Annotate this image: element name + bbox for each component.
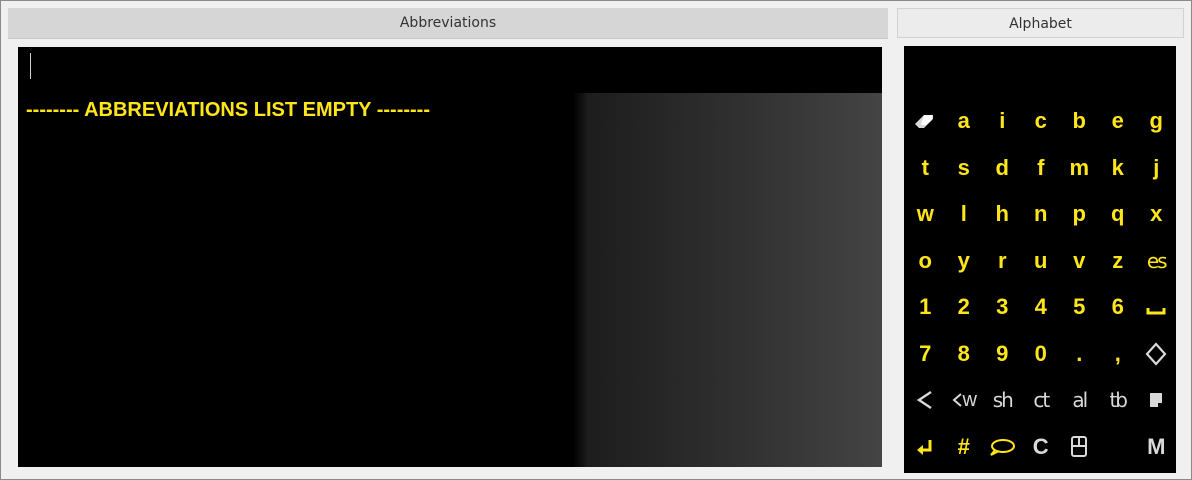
key-x[interactable]: x <box>1137 191 1176 238</box>
key-u[interactable]: u <box>1022 238 1061 285</box>
key-2[interactable]: 2 <box>945 284 984 331</box>
alphabet-keyboard: a i c b e g t s d f m k j w l h n p q x … <box>904 46 1176 473</box>
key-p[interactable]: p <box>1060 191 1099 238</box>
key-z[interactable]: z <box>1099 238 1138 285</box>
empty-list-message: -------- ABBREVIATIONS LIST EMPTY ------… <box>26 99 430 121</box>
enter-icon <box>917 439 932 455</box>
note-key[interactable] <box>1137 377 1176 424</box>
abbreviations-header: Abbreviations <box>8 8 888 39</box>
abbreviation-input[interactable] <box>18 47 882 91</box>
key-b[interactable]: b <box>1060 98 1099 145</box>
text-caret <box>30 53 31 79</box>
back-w-label: w <box>962 388 977 411</box>
key-comma[interactable]: , <box>1099 331 1138 378</box>
space-key[interactable] <box>1137 284 1176 331</box>
key-capital-m[interactable]: M <box>1137 424 1176 471</box>
key-m[interactable]: m <box>1060 145 1099 192</box>
diamond-icon <box>1145 342 1167 366</box>
eraser-icon <box>915 115 934 129</box>
space-icon <box>1146 308 1166 315</box>
speech-key[interactable] <box>983 424 1022 471</box>
key-v[interactable]: v <box>1060 238 1099 285</box>
key-k[interactable]: k <box>1099 145 1138 192</box>
key-al[interactable]: al <box>1060 377 1099 424</box>
back-arrow-icon <box>917 391 932 410</box>
empty-key <box>1099 424 1138 471</box>
key-q[interactable]: q <box>1099 191 1138 238</box>
alphabet-header: Alphabet <box>897 8 1184 38</box>
mouse-key[interactable] <box>1060 424 1099 471</box>
mouse-icon <box>1071 435 1088 457</box>
eraser-key[interactable] <box>906 98 945 145</box>
key-n[interactable]: n <box>1022 191 1061 238</box>
note-icon <box>1150 393 1163 408</box>
key-1[interactable]: 1 <box>906 284 945 331</box>
speech-bubble-icon <box>990 438 1016 456</box>
key-h[interactable]: h <box>983 191 1022 238</box>
diamond-key[interactable] <box>1137 331 1176 378</box>
key-tb[interactable]: tb <box>1099 377 1138 424</box>
back-key[interactable] <box>906 377 945 424</box>
key-l[interactable]: l <box>945 191 984 238</box>
key-g[interactable]: g <box>1137 98 1176 145</box>
key-f[interactable]: f <box>1022 145 1061 192</box>
abbreviations-list[interactable]: -------- ABBREVIATIONS LIST EMPTY ------… <box>18 93 882 467</box>
key-8[interactable]: 8 <box>945 331 984 378</box>
key-w[interactable]: w <box>906 191 945 238</box>
key-e[interactable]: e <box>1099 98 1138 145</box>
key-t[interactable]: t <box>906 145 945 192</box>
key-o[interactable]: o <box>906 238 945 285</box>
key-capital-c[interactable]: C <box>1022 424 1061 471</box>
key-0[interactable]: 0 <box>1022 331 1061 378</box>
enter-key[interactable] <box>906 424 945 471</box>
key-j[interactable]: j <box>1137 145 1176 192</box>
abbreviations-panel: -------- ABBREVIATIONS LIST EMPTY ------… <box>18 47 882 467</box>
key-s[interactable]: s <box>945 145 984 192</box>
key-5[interactable]: 5 <box>1060 284 1099 331</box>
key-4[interactable]: 4 <box>1022 284 1061 331</box>
key-es[interactable]: es <box>1137 238 1176 285</box>
key-period[interactable]: . <box>1060 331 1099 378</box>
key-c[interactable]: c <box>1022 98 1061 145</box>
key-i[interactable]: i <box>983 98 1022 145</box>
key-3[interactable]: 3 <box>983 284 1022 331</box>
key-y[interactable]: y <box>945 238 984 285</box>
key-r[interactable]: r <box>983 238 1022 285</box>
key-sh[interactable]: sh <box>983 377 1022 424</box>
key-ct[interactable]: ct <box>1022 377 1061 424</box>
key-hash[interactable]: # <box>945 424 984 471</box>
back-w-key[interactable]: w <box>945 377 984 424</box>
key-9[interactable]: 9 <box>983 331 1022 378</box>
key-a[interactable]: a <box>945 98 984 145</box>
key-6[interactable]: 6 <box>1099 284 1138 331</box>
key-7[interactable]: 7 <box>906 331 945 378</box>
key-d[interactable]: d <box>983 145 1022 192</box>
back-w-icon <box>951 393 962 408</box>
